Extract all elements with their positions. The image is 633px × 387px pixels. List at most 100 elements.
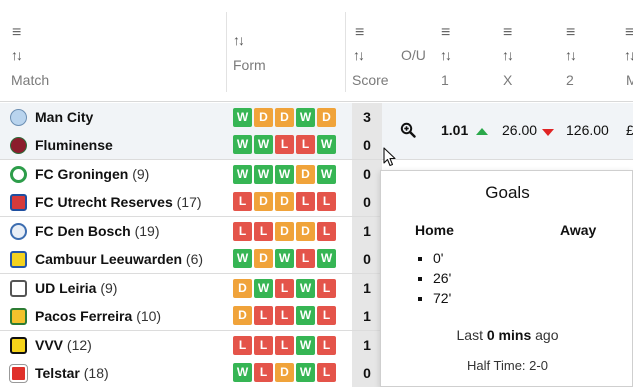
sort-icon[interactable]: ↑↓ [353,48,365,62]
form-badge: D [296,165,315,184]
last-goal-time: Last 0 mins ago [381,327,633,343]
header-score-label: Score [352,72,389,88]
last-goal-value: 0 mins [486,327,532,343]
header-cut-column[interactable]: ≡ ↑↓ M [622,0,633,102]
form-badge: W [296,336,315,355]
home-team[interactable]: Man City [0,103,230,131]
header-form-column[interactable]: ↑↓ Form [227,0,345,102]
form-badge: L [275,135,294,154]
form-badge: W [296,306,315,325]
table-header: ≡ ↑↓ Match ↑↓ Form ≡ ↑↓ Score O/U ≡ ↑↓ 1… [0,0,633,102]
header-odds-1-label: 1 [441,72,449,88]
form-badge: L [317,306,336,325]
league-position: (18) [83,365,109,381]
menu-icon[interactable]: ≡ [625,25,633,41]
home-team[interactable]: VVV (12) [0,331,230,359]
menu-icon[interactable]: ≡ [12,25,21,41]
form-badge: W [317,249,336,268]
away-form: W L D W L [233,363,336,383]
menu-icon[interactable]: ≡ [355,25,364,41]
team-name: FC Groningen (9) [35,166,149,182]
home-team[interactable]: FC Groningen (9) [0,160,230,188]
odds-away[interactable]: 126.00 [566,122,609,138]
header-odds-2-column[interactable]: ≡ ↑↓ 2 [562,0,617,102]
away-team[interactable]: Telstar (18) [0,359,230,387]
mouse-cursor-icon [383,147,396,167]
away-score[interactable]: 0 [352,245,382,273]
sort-icon[interactable]: ↑↓ [233,33,245,47]
away-team[interactable]: Cambuur Leeuwarden (6) [0,245,230,273]
form-badge: L [296,135,315,154]
team-name-text: Pacos Ferreira [35,308,133,324]
form-badge: L [275,279,294,298]
away-score[interactable]: 1 [352,302,382,330]
team-name-text: Telstar [35,365,80,381]
table-row[interactable]: Man City W D D W D 3 Fluminense W W L L … [0,103,633,160]
sort-icon[interactable]: ↑↓ [624,48,633,62]
form-badge: L [254,306,273,325]
league-position: (10) [136,308,162,324]
league-position: (12) [66,337,92,353]
away-score[interactable]: 0 [352,131,382,159]
home-score[interactable]: 1 [352,331,382,359]
form-badge: D [275,222,294,241]
league-position: (6) [185,251,204,267]
away-team[interactable]: Pacos Ferreira (10) [0,302,230,330]
menu-icon[interactable]: ≡ [503,25,512,41]
header-cut-label: M [626,72,633,88]
sort-icon[interactable]: ↑↓ [440,48,452,62]
team-name: Man City [35,109,93,125]
header-odds-x-column[interactable]: ≡ ↑↓ X [499,0,554,102]
form-badge: L [317,336,336,355]
sort-icon[interactable]: ↑↓ [11,48,23,62]
home-score[interactable]: 1 [352,217,382,245]
team-name-text: FC Utrecht Reserves [35,194,173,210]
club-crest-icon [10,194,27,211]
away-score[interactable]: 0 [352,359,382,387]
header-match-column[interactable]: ≡ ↑↓ Match [0,0,226,102]
arrow-up-icon [476,128,488,135]
zoom-in-icon[interactable] [400,122,416,142]
form-badge: D [233,306,252,325]
away-team[interactable]: Fluminense [0,131,230,159]
home-team[interactable]: UD Leiria (9) [0,274,230,302]
away-score[interactable]: 0 [352,188,382,216]
form-badge: W [275,249,294,268]
form-badge: L [233,192,252,211]
header-odds-1-column[interactable]: ≡ ↑↓ 1 [436,0,491,102]
form-badge: D [275,363,294,382]
away-form: W W L L W [233,135,336,155]
header-ou-column[interactable]: O/U [390,0,435,102]
club-crest-icon [10,166,27,183]
team-name: VVV (12) [35,337,92,353]
last-goal-prefix: Last [456,327,487,343]
form-badge: W [254,135,273,154]
odds-home[interactable]: 1.01 [441,122,468,138]
form-badge: D [317,108,336,127]
team-name: Pacos Ferreira (10) [35,308,161,324]
home-score[interactable]: 1 [352,274,382,302]
away-team[interactable]: FC Utrecht Reserves (17) [0,188,230,216]
header-score-column[interactable]: ≡ ↑↓ Score [346,0,389,102]
odds-draw[interactable]: 26.00 [502,122,537,138]
header-ou-label: O/U [401,47,426,63]
club-crest-icon [10,109,27,126]
home-team[interactable]: FC Den Bosch (19) [0,217,230,245]
form-badge: L [317,222,336,241]
team-name-text: Man City [35,109,94,125]
menu-icon[interactable]: ≡ [441,25,450,41]
team-name: Cambuur Leeuwarden (6) [35,251,203,267]
home-score[interactable]: 3 [352,103,382,131]
club-crest-icon [10,137,27,154]
form-badge: W [233,363,252,382]
form-badge: L [254,336,273,355]
header-odds-2-label: 2 [566,72,574,88]
team-name: FC Utrecht Reserves (17) [35,194,202,210]
menu-icon[interactable]: ≡ [566,25,575,41]
sort-icon[interactable]: ↑↓ [565,48,577,62]
away-form: W D W L W [233,249,336,269]
team-name: FC Den Bosch (19) [35,223,159,239]
sort-icon[interactable]: ↑↓ [502,48,514,62]
home-score[interactable]: 0 [352,160,382,188]
form-badge: W [296,108,315,127]
